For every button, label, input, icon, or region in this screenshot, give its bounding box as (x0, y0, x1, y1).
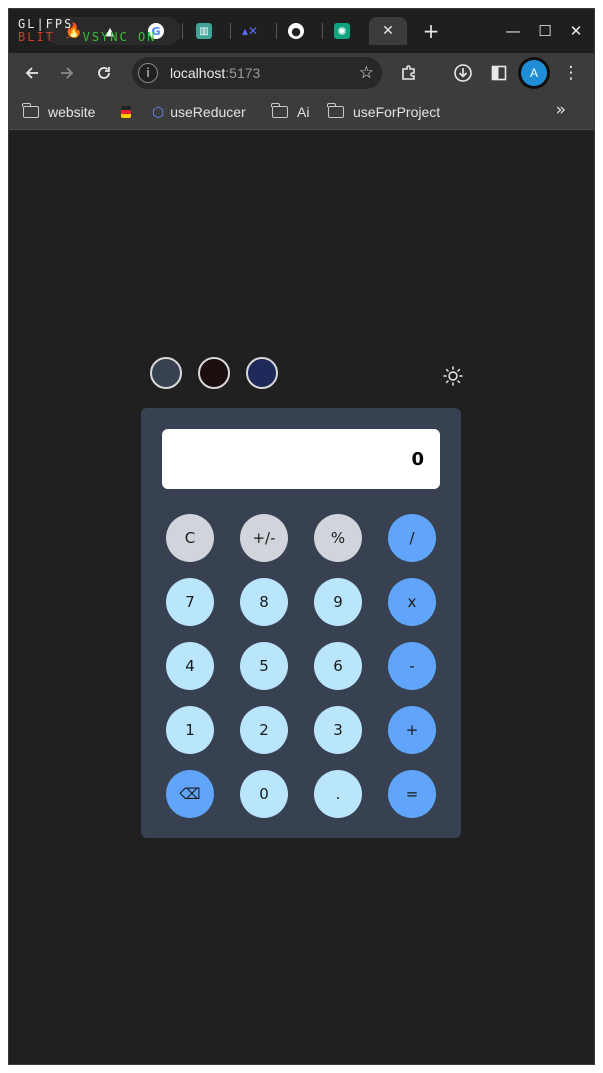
tab-close-icon[interactable]: ✕ (382, 23, 394, 39)
bookmarks-bar: website ⬡ useReducer Ai useForProject » (9, 93, 594, 130)
digit-7-button[interactable]: 7 (166, 578, 214, 626)
subtract-button[interactable]: - (388, 642, 436, 690)
add-button[interactable]: + (388, 706, 436, 754)
theme-swatch-navy[interactable] (246, 357, 278, 389)
back-arrow-icon[interactable] (18, 59, 46, 87)
tab-strip: GL|FPS BLIT - VSYNC ON 🔥 ▲ G ▥ ▴✕ ● ✺ ✕ (9, 9, 594, 53)
tab-chatgpt[interactable]: ✺ (325, 17, 359, 45)
site-info-icon[interactable]: i (138, 63, 158, 83)
shapes-icon: ▴✕ (241, 24, 259, 38)
divide-button[interactable]: / (388, 514, 436, 562)
tab-shapes[interactable]: ▴✕ (233, 17, 267, 45)
extensions-icon[interactable] (395, 59, 423, 87)
fps-overlay-blit: BLIT (18, 30, 55, 44)
reload-icon[interactable] (90, 59, 118, 87)
theme-swatch-slate[interactable] (150, 357, 182, 389)
bookmark-useforproject[interactable]: useForProject (327, 102, 440, 122)
folder-icon (327, 103, 344, 118)
theme-swatch-dark-red[interactable] (198, 357, 230, 389)
clear-button[interactable]: C (166, 514, 214, 562)
browser-window: GL|FPS BLIT - VSYNC ON 🔥 ▲ G ▥ ▴✕ ● ✺ ✕ (8, 8, 595, 1065)
digit-8-button[interactable]: 8 (240, 578, 288, 626)
side-panel-icon[interactable] (485, 59, 513, 87)
digit-3-button[interactable]: 3 (314, 706, 362, 754)
folder-icon (271, 103, 288, 118)
bookmark-flag[interactable] (121, 102, 131, 122)
minimize-button[interactable]: — (498, 17, 528, 45)
url-host: localhost (170, 65, 226, 81)
page-content: 0 C +/-% / 7 8 9 x 4 5 6- 1 2 3 + ⌫ 0. = (9, 130, 594, 1064)
decimal-button[interactable]: . (314, 770, 362, 818)
flag-icon (121, 106, 131, 118)
address-bar[interactable]: i localhost:5173 ☆ (132, 57, 382, 89)
digit-4-button[interactable]: 4 (166, 642, 214, 690)
fps-overlay: GL|FPS BLIT - VSYNC ON (18, 17, 157, 44)
sun-icon[interactable] (441, 364, 465, 388)
close-window-button[interactable]: ✕ (561, 17, 591, 45)
equals-button[interactable]: = (388, 770, 436, 818)
panel-icon: ▥ (196, 23, 212, 39)
tab-active-localhost[interactable]: ✕ (369, 17, 407, 45)
tab-github[interactable]: ● (279, 17, 313, 45)
backspace-button[interactable]: ⌫ (166, 770, 214, 818)
folder-icon (22, 103, 39, 118)
browser-toolbar: i localhost:5173 ☆ A ⋮ (9, 53, 594, 93)
github-icon: ● (288, 23, 304, 39)
menu-kebab-icon[interactable]: ⋮ (557, 59, 585, 87)
bookmark-ai[interactable]: Ai (271, 102, 309, 122)
bookmark-usereducer[interactable]: ⬡ useReducer (152, 102, 246, 122)
multiply-button[interactable]: x (388, 578, 436, 626)
digit-1-button[interactable]: 1 (166, 706, 214, 754)
sign-toggle-button[interactable]: +/- (240, 514, 288, 562)
react-hex-icon: ⬡ (152, 103, 165, 120)
download-icon[interactable] (449, 59, 477, 87)
fps-overlay-vsync: VSYNC ON (82, 30, 157, 44)
digit-0-button[interactable]: 0 (240, 770, 288, 818)
digit-5-button[interactable]: 5 (240, 642, 288, 690)
bookmark-star-icon[interactable]: ☆ (359, 63, 374, 83)
tab-panel[interactable]: ▥ (187, 17, 221, 45)
digit-6-button[interactable]: 6 (314, 642, 362, 690)
bookmark-website[interactable]: website (22, 102, 95, 122)
bookmarks-more-icon[interactable]: » (556, 100, 566, 120)
url-port: :5173 (225, 65, 261, 81)
digit-2-button[interactable]: 2 (240, 706, 288, 754)
calculator: 0 C +/-% / 7 8 9 x 4 5 6- 1 2 3 + ⌫ 0. = (141, 408, 461, 838)
digit-9-button[interactable]: 9 (314, 578, 362, 626)
profile-avatar[interactable]: A (521, 60, 547, 86)
maximize-button[interactable]: ☐ (530, 17, 560, 45)
forward-arrow-icon[interactable] (53, 59, 81, 87)
percent-button[interactable]: % (314, 514, 362, 562)
calculator-display: 0 (162, 429, 440, 489)
new-tab-button[interactable]: + (417, 17, 445, 45)
chatgpt-icon: ✺ (334, 23, 350, 39)
